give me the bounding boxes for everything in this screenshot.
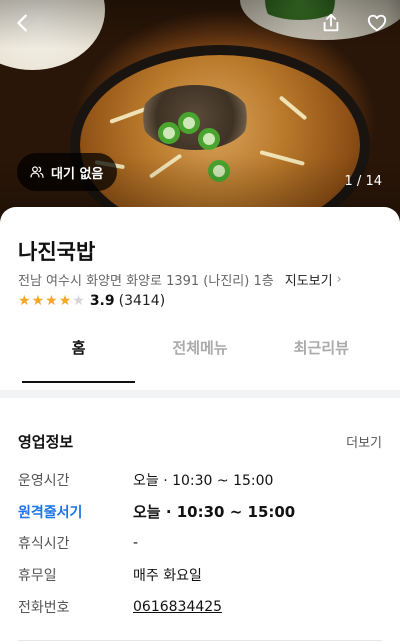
rating-row[interactable]: ★ ★ ★ ★ ★ 3.9 (3414) — [18, 293, 165, 309]
star-icon: ★ — [18, 293, 31, 309]
phone-link[interactable]: 0616834425 — [133, 599, 222, 615]
info-value: 오늘 · 10:30 ~ 15:00 — [133, 503, 296, 521]
info-row-hours: 운영시간 오늘 · 10:30 ~ 15:00 — [18, 470, 382, 490]
star-empty-icon: ★ — [72, 293, 85, 309]
review-count: (3414) — [118, 293, 166, 309]
tab-home[interactable]: 홈 — [18, 327, 139, 383]
store-detail-sheet: 나진국밥 전남 여수시 화양면 화양로 1391 (나진리) 1층 지도보기 ›… — [0, 207, 400, 644]
business-info-title: 영업정보 — [18, 433, 74, 451]
star-icon: ★ — [58, 293, 72, 309]
info-row-closed: 휴무일 매주 화요일 — [18, 565, 382, 585]
info-key: 휴무일 — [18, 568, 57, 584]
info-row-break: 휴식시간 - — [18, 533, 382, 553]
store-address: 전남 여수시 화양면 화양로 1391 (나진리) 1층 — [18, 274, 274, 289]
bottom-divider — [18, 640, 382, 641]
tab-bar: 홈 전체메뉴 최근리뷰 — [0, 327, 400, 383]
heart-icon[interactable] — [364, 10, 390, 36]
tab-recent-reviews[interactable]: 최근리뷰 — [261, 327, 382, 381]
chevron-right-icon: › — [336, 272, 342, 287]
rating-score: 3.9 — [89, 293, 115, 309]
info-value: 오늘 · 10:30 ~ 15:00 — [133, 473, 274, 489]
info-key: 휴식시간 — [18, 536, 70, 552]
share-icon[interactable] — [318, 10, 344, 36]
info-value: 매주 화요일 — [133, 568, 202, 584]
star-icon: ★ — [31, 293, 45, 309]
photo-counter: 1 / 14 — [344, 174, 382, 189]
info-value: - — [133, 535, 139, 551]
tab-full-menu[interactable]: 전체메뉴 — [139, 327, 260, 381]
section-divider — [0, 390, 400, 398]
wait-status-chip[interactable]: 대기 없음 — [17, 153, 118, 191]
map-link-label: 지도보기 — [284, 274, 333, 289]
info-row-phone: 전화번호 0616834425 — [18, 597, 382, 617]
info-key: 전화번호 — [18, 600, 70, 616]
people-icon — [30, 166, 44, 178]
more-button[interactable]: 더보기 — [346, 432, 382, 451]
back-arrow-icon[interactable] — [10, 10, 36, 36]
info-row-remote-queue[interactable]: 원격줄서기 오늘 · 10:30 ~ 15:00 — [18, 501, 382, 522]
star-icon: ★ — [45, 293, 58, 309]
info-key: 운영시간 — [18, 473, 70, 489]
map-link[interactable]: 지도보기 › — [285, 270, 342, 289]
store-name: 나진국밥 — [18, 240, 96, 264]
address-row: 전남 여수시 화양면 화양로 1391 (나진리) 1층 지도보기 › — [18, 270, 342, 289]
hero-photo[interactable]: 대기 없음 1 / 14 — [0, 0, 400, 222]
info-key: 원격줄서기 — [18, 504, 83, 521]
wait-status-label: 대기 없음 — [51, 166, 104, 182]
